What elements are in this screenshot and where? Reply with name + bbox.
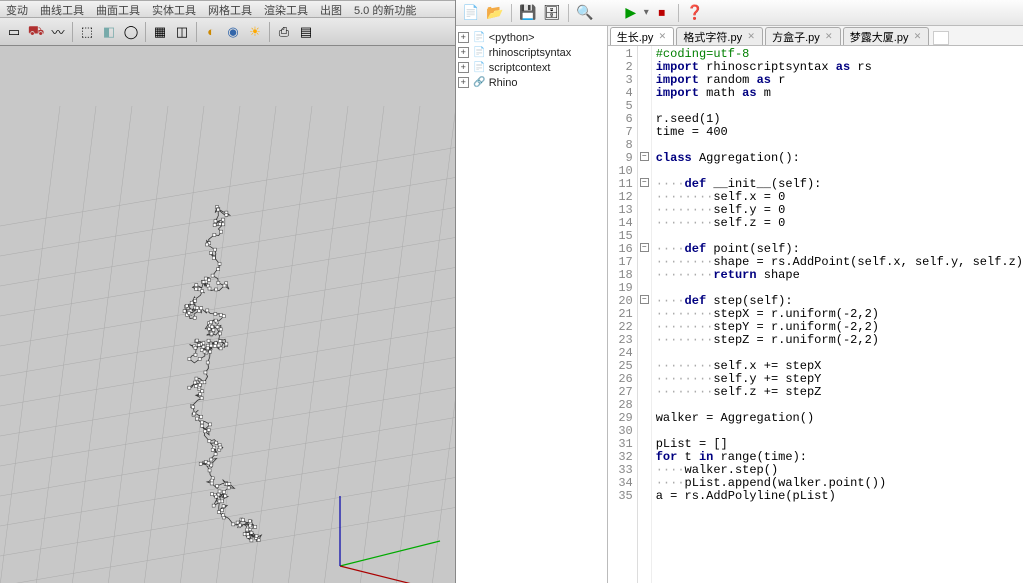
tab-label: 格式字符.py bbox=[683, 29, 742, 45]
separator bbox=[511, 4, 512, 22]
module-icon: 📄 bbox=[473, 62, 486, 74]
close-icon[interactable]: ✕ bbox=[824, 32, 834, 42]
tab-label: 梦露大厦.py bbox=[850, 29, 909, 45]
line-gutter: 1234567891011121314151617181920212223242… bbox=[608, 46, 638, 583]
tab-label: 生长.py bbox=[617, 29, 654, 45]
tree-item[interactable]: + 📄scriptcontext bbox=[458, 60, 605, 75]
expander-icon[interactable]: + bbox=[458, 77, 469, 88]
tree-label: scriptcontext bbox=[489, 62, 551, 74]
rhino-viewport[interactable] bbox=[0, 46, 455, 583]
editor-toolbar: 📄 📂 💾 🗄 🔍 ▶ ▾ ⏹ ❓ bbox=[456, 0, 1023, 26]
code-editor: 生长.py✕格式字符.py✕方盒子.py✕梦露大厦.py✕ 1234567891… bbox=[608, 26, 1023, 583]
fold-toggle[interactable]: − bbox=[640, 178, 649, 187]
separator bbox=[678, 4, 679, 22]
fold-column[interactable]: − − − − bbox=[638, 46, 652, 583]
separator bbox=[196, 22, 197, 42]
separator bbox=[145, 22, 146, 42]
editor-tab[interactable]: 方盒子.py ✕ bbox=[765, 27, 841, 45]
tree-item[interactable]: + 🔗Rhino bbox=[458, 75, 605, 90]
menu-item[interactable]: 变动 bbox=[0, 1, 34, 17]
car-icon[interactable]: ⛟ bbox=[26, 22, 46, 42]
code-text[interactable]: #coding=utf-8import rhinoscriptsyntax as… bbox=[652, 46, 1023, 583]
save-all-button[interactable]: 🗄 bbox=[541, 3, 563, 23]
save-button[interactable]: 💾 bbox=[517, 3, 539, 23]
box-icon[interactable]: ▭ bbox=[4, 22, 24, 42]
light-icon[interactable]: ☀ bbox=[245, 22, 265, 42]
render-icon[interactable]: ◐ bbox=[201, 22, 221, 42]
tree-item[interactable]: + 📄<python> bbox=[458, 30, 605, 45]
tab-label: 方盒子.py bbox=[772, 29, 820, 45]
rhino-toolbar[interactable]: ▭ ⛟ 〰 ⬚ ◧ ◯ ▦ ◫ ◐ ◉ ☀ ⎙ ▤ bbox=[0, 18, 455, 46]
menu-item[interactable]: 5.0 的新功能 bbox=[348, 1, 422, 17]
new-tab-button[interactable] bbox=[933, 31, 949, 45]
expander-icon[interactable]: + bbox=[458, 62, 469, 73]
run-dropdown-icon[interactable]: ▾ bbox=[644, 7, 649, 18]
expander-icon[interactable]: + bbox=[458, 32, 469, 43]
menu-item[interactable]: 曲面工具 bbox=[90, 1, 146, 17]
search-button[interactable]: 🔍 bbox=[574, 3, 596, 23]
editor-tab[interactable]: 格式字符.py ✕ bbox=[676, 27, 763, 45]
module-icon: 🔗 bbox=[473, 77, 486, 89]
mesh-icon[interactable]: ▦ bbox=[150, 22, 170, 42]
solid-icon[interactable]: ◧ bbox=[99, 22, 119, 42]
menu-item[interactable]: 渲染工具 bbox=[258, 1, 314, 17]
python-editor-pane: 📄 📂 💾 🗄 🔍 ▶ ▾ ⏹ ❓ +📄<python>+📄rhinoscrip… bbox=[456, 0, 1023, 583]
editor-tab[interactable]: 梦露大厦.py✕ bbox=[843, 27, 930, 45]
stop-button[interactable]: ⏹ bbox=[651, 3, 673, 23]
menu-item[interactable]: 实体工具 bbox=[146, 1, 202, 17]
help-button[interactable]: ❓ bbox=[684, 3, 706, 23]
editor-body: +📄<python>+📄rhinoscriptsyntax+📄scriptcon… bbox=[456, 26, 1023, 583]
expander-icon[interactable]: + bbox=[458, 47, 469, 58]
cage-icon[interactable]: ◫ bbox=[172, 22, 192, 42]
fold-toggle[interactable]: − bbox=[640, 243, 649, 252]
menu-item[interactable]: 出图 bbox=[314, 1, 348, 17]
tree-label: Rhino bbox=[489, 77, 518, 89]
separator bbox=[72, 22, 73, 42]
box3d-icon[interactable]: ⬚ bbox=[77, 22, 97, 42]
code-area[interactable]: 1234567891011121314151617181920212223242… bbox=[608, 46, 1023, 583]
tree-item[interactable]: + 📄rhinoscriptsyntax bbox=[458, 45, 605, 60]
rhino-pane: 变动曲线工具曲面工具实体工具网格工具渲染工具出图5.0 的新功能 ▭ ⛟ 〰 ⬚… bbox=[0, 0, 456, 583]
editor-tabs[interactable]: 生长.py✕格式字符.py✕方盒子.py✕梦露大厦.py✕ bbox=[608, 26, 1023, 46]
close-icon[interactable]: ✕ bbox=[912, 32, 922, 42]
module-tree[interactable]: +📄<python>+📄rhinoscriptsyntax+📄scriptcon… bbox=[456, 26, 608, 583]
tree-label: <python> bbox=[489, 32, 535, 44]
editor-tab[interactable]: 生长.py✕ bbox=[610, 27, 675, 45]
fold-toggle[interactable]: − bbox=[640, 295, 649, 304]
sphere-icon[interactable]: ◯ bbox=[121, 22, 141, 42]
separator bbox=[568, 4, 569, 22]
menu-item[interactable]: 曲线工具 bbox=[34, 1, 90, 17]
close-icon[interactable]: ✕ bbox=[746, 32, 756, 42]
viewport-canvas bbox=[0, 46, 455, 583]
module-icon: 📄 bbox=[473, 32, 486, 44]
menu-item[interactable]: 网格工具 bbox=[202, 1, 258, 17]
fold-toggle[interactable]: − bbox=[640, 152, 649, 161]
open-file-button[interactable]: 📂 bbox=[484, 3, 506, 23]
material-icon[interactable]: ◉ bbox=[223, 22, 243, 42]
run-button[interactable]: ▶ bbox=[620, 3, 642, 23]
new-file-button[interactable]: 📄 bbox=[460, 3, 482, 23]
rhino-menubar[interactable]: 变动曲线工具曲面工具实体工具网格工具渲染工具出图5.0 的新功能 bbox=[0, 0, 455, 18]
separator bbox=[269, 22, 270, 42]
module-icon: 📄 bbox=[473, 47, 486, 59]
print-icon[interactable]: ⎙ bbox=[274, 22, 294, 42]
curve-icon[interactable]: 〰 bbox=[48, 22, 68, 42]
layout-icon[interactable]: ▤ bbox=[296, 22, 316, 42]
tree-label: rhinoscriptsyntax bbox=[489, 47, 572, 59]
close-icon[interactable]: ✕ bbox=[657, 32, 667, 42]
